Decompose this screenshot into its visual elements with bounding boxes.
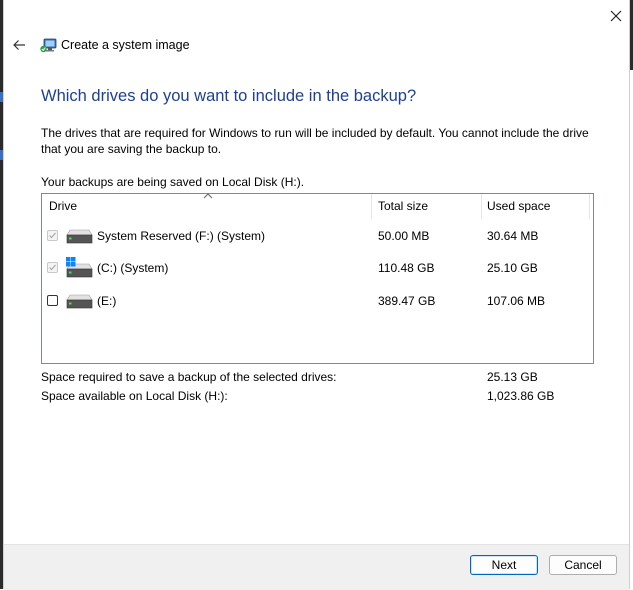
checkmark-icon (49, 232, 56, 239)
drive-checkbox[interactable] (47, 262, 58, 273)
table-row[interactable]: (E:) 389.47 GB 107.06 MB (42, 287, 593, 315)
column-divider[interactable] (589, 194, 590, 219)
drive-list[interactable]: Drive Total size Used space System Reser… (41, 193, 594, 364)
page-description: The drives that are required for Windows… (41, 126, 589, 156)
dialog-footer: Next Cancel (4, 544, 629, 590)
create-system-image-dialog: Create a system image Which drives do yo… (3, 0, 630, 590)
drive-name: (C:) (System) (97, 261, 169, 275)
windows-drive-icon (66, 257, 93, 278)
drive-total-size: 50.00 MB (378, 229, 430, 243)
close-icon (610, 10, 622, 22)
drive-checkbox[interactable] (47, 230, 58, 241)
table-row[interactable]: (C:) (System) 110.48 GB 25.10 GB (42, 254, 593, 282)
space-required-label: Space required to save a backup of the s… (41, 370, 337, 384)
drive-icon (66, 294, 93, 309)
close-button[interactable] (602, 2, 630, 30)
drive-used-space: 30.64 MB (487, 229, 539, 243)
back-button[interactable] (7, 33, 31, 57)
space-available-label: Space available on Local Disk (H:): (41, 389, 228, 403)
drive-total-size: 389.47 GB (378, 294, 436, 308)
drive-used-space: 25.10 GB (487, 261, 538, 275)
column-header-drive[interactable]: Drive (49, 194, 77, 219)
page-heading: Which drives do you want to include in t… (41, 87, 417, 105)
column-divider[interactable] (481, 194, 482, 219)
window-title: Create a system image (61, 38, 190, 52)
drive-total-size: 110.48 GB (378, 261, 435, 275)
backup-app-icon (40, 38, 57, 53)
column-header-used-space[interactable]: Used space (487, 194, 550, 219)
cancel-button[interactable]: Cancel (549, 555, 617, 575)
space-required-value: 25.13 GB (487, 370, 538, 384)
table-row[interactable]: System Reserved (F:) (System) 50.00 MB 3… (42, 222, 593, 250)
drive-used-space: 107.06 MB (487, 294, 546, 308)
drive-icon (66, 229, 93, 244)
column-header-total-size[interactable]: Total size (378, 194, 428, 219)
drive-checkbox[interactable] (47, 295, 58, 306)
backup-destination-text: Your backups are being saved on Local Di… (41, 175, 305, 189)
next-button[interactable]: Next (470, 555, 538, 575)
column-divider[interactable] (371, 194, 372, 219)
back-arrow-icon (13, 40, 25, 50)
sort-ascending-icon (203, 193, 213, 199)
checkmark-icon (49, 264, 56, 271)
space-available-value: 1,023.86 GB (487, 389, 555, 403)
drive-name: System Reserved (F:) (System) (97, 229, 266, 243)
drive-name: (E:) (97, 294, 117, 308)
